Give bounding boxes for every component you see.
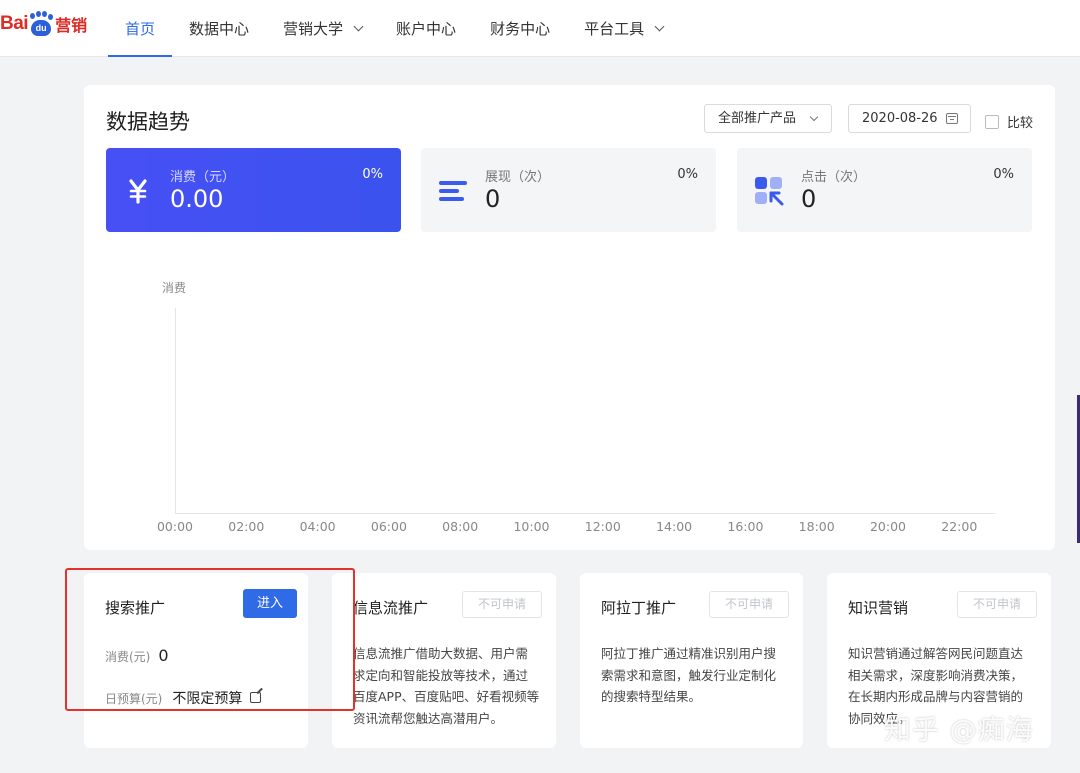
chart-x-tick-label: 14:00 (656, 519, 693, 534)
baidu-marketing-logo[interactable]: Bai du 营销 (0, 6, 87, 42)
product-select-value: 全部推广产品 (718, 111, 797, 126)
nav-item-label: 财务中心 (490, 20, 551, 38)
chart-x-tick-label: 02:00 (228, 519, 265, 534)
metric-percent: 0% (362, 167, 383, 182)
logo-brand-text: 营销 (55, 16, 88, 35)
nav-item-label: 营销大学 (283, 20, 344, 38)
apply-disabled-button[interactable]: 不可申请 (709, 591, 789, 618)
metric-label: 展现（次） (485, 170, 551, 185)
nav-item-home[interactable]: 首页 (108, 0, 173, 57)
apply-disabled-button[interactable]: 不可申请 (462, 591, 542, 618)
nav-item-data-center[interactable]: 数据中心 (172, 0, 266, 57)
chart-x-tick-label: 18:00 (798, 519, 835, 534)
enter-button[interactable]: 进入 (243, 589, 297, 618)
nav-item-marketing-university[interactable]: 营销大学 (266, 0, 379, 57)
chart-x-tick-label: 04:00 (299, 519, 336, 534)
main-nav: 首页 数据中心 营销大学 账户中心 财务中心 平台工具 (108, 0, 680, 57)
budget-value: 不限定预算 (172, 691, 243, 707)
date-picker[interactable]: 2020-08-26 (848, 104, 971, 133)
edit-icon[interactable] (250, 692, 262, 703)
nav-item-label: 平台工具 (584, 20, 645, 38)
metric-value: 0 (485, 185, 501, 213)
product-card-search: 搜索推广 进入 消费(元) 0 日预算(元) 不限定预算 (84, 573, 308, 748)
yuan-icon (129, 179, 147, 204)
data-trend-panel: 数据趋势 全部推广产品 2020-08-26 比较 消费（元） 0.00 0% … (84, 85, 1055, 550)
chart-x-tick-label: 20:00 (869, 519, 907, 534)
page-title: 数据趋势 (106, 110, 190, 134)
metric-value: 0.00 (170, 185, 224, 213)
chart-x-tick-label: 16:00 (727, 519, 764, 534)
budget-row: 日预算(元) 不限定预算 (105, 688, 262, 708)
chart-x-tick-label: 08:00 (442, 519, 479, 534)
card-title: 信息流推广 (353, 599, 429, 617)
chart-x-axis (175, 513, 995, 514)
compare-toggle[interactable]: 比较 (985, 112, 1033, 131)
spend-value: 0 (158, 646, 169, 665)
apply-disabled-button[interactable]: 不可申请 (957, 591, 1037, 618)
nav-item-finance-center[interactable]: 财务中心 (473, 0, 567, 57)
logo-du-text: du (31, 20, 52, 36)
card-description: 阿拉丁推广通过精准识别用户搜索需求和意图，触发行业定制化的搜索特型结果。 (601, 646, 777, 704)
impressions-icon (439, 181, 467, 201)
chevron-down-icon (809, 112, 819, 122)
metric-card-spend[interactable]: 消费（元） 0.00 0% (106, 148, 401, 232)
metric-card-clicks[interactable]: 点击（次） 0 0% (737, 148, 1032, 232)
spend-label: 消费(元) (105, 650, 151, 664)
baidu-paw-icon: du (29, 11, 54, 37)
budget-label: 日预算(元) (105, 692, 163, 706)
product-card-feed: 信息流推广 不可申请 信息流推广借助大数据、用户需求定向和智能投放等技术，通过百… (332, 573, 556, 748)
card-description: 信息流推广借助大数据、用户需求定向和智能投放等技术，通过百度APP、百度贴吧、好… (353, 646, 540, 726)
metric-label: 消费（元） (170, 170, 236, 185)
clicks-icon (755, 177, 784, 206)
calendar-icon (946, 113, 958, 124)
product-select[interactable]: 全部推广产品 (704, 104, 832, 133)
card-title: 阿拉丁推广 (601, 599, 677, 617)
logo-bai-text: Bai (0, 13, 29, 34)
product-card-aladdin: 阿拉丁推广 不可申请 阿拉丁推广通过精准识别用户搜索需求和意图，触发行业定制化的… (580, 573, 803, 748)
date-value: 2020-08-26 (862, 111, 938, 126)
chart-x-tick-label: 12:00 (584, 519, 621, 534)
watermark: 知乎 @痴海 (884, 715, 1034, 746)
nav-item-account-center[interactable]: 账户中心 (379, 0, 473, 57)
chart-x-ticks: 00:00 02:00 04:00 06:00 08:00 10:00 12:00 14:00… (84, 519, 1055, 535)
card-title: 知识营销 (848, 599, 909, 617)
metric-card-impressions[interactable]: 展现（次） 0 0% (421, 148, 716, 232)
top-nav-bar: Bai du 营销 首页 数据中心 营销大学 账户中心 财务中心 平台工具 (0, 0, 1080, 57)
chart-y-axis (175, 308, 176, 513)
compare-label: 比较 (1007, 116, 1034, 131)
chart-y-axis-label: 消费 (162, 281, 187, 295)
nav-item-platform-tools[interactable]: 平台工具 (567, 0, 680, 57)
metric-value: 0 (801, 185, 817, 213)
card-title: 搜索推广 (105, 599, 166, 617)
nav-item-label: 首页 (125, 20, 156, 38)
metric-percent: 0% (993, 167, 1014, 182)
nav-item-label: 数据中心 (189, 20, 250, 38)
chevron-down-icon (353, 21, 364, 32)
metric-percent: 0% (677, 167, 698, 182)
nav-item-label: 账户中心 (396, 20, 457, 38)
chart-x-tick-label: 22:00 (941, 519, 978, 534)
chart-x-tick-label: 06:00 (370, 519, 407, 534)
metric-label: 点击（次） (801, 170, 867, 185)
chart-x-tick-label: 00:00 (156, 519, 194, 534)
spend-row: 消费(元) 0 (105, 646, 169, 665)
chart-x-tick-label: 10:00 (513, 519, 550, 534)
compare-checkbox[interactable] (985, 114, 999, 129)
chevron-down-icon (654, 21, 665, 32)
